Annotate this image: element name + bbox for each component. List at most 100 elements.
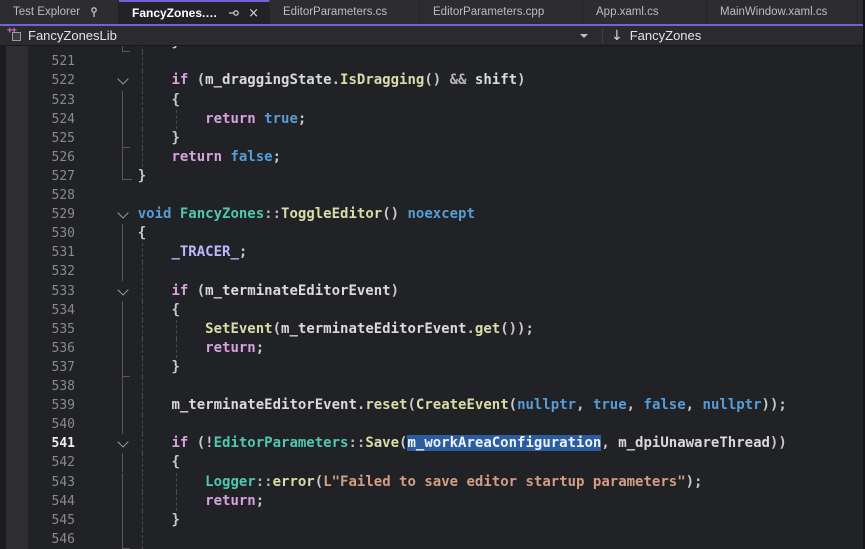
code-line[interactable]: 541 if (!EditorParameters::Save(m_workAr… (0, 434, 863, 453)
tab-label: Test Explorer (13, 6, 80, 18)
line-number: 544 (28, 492, 75, 511)
cpp-project-icon: ++ (7, 29, 21, 42)
navigation-bar: ++ FancyZonesLib ↓ FancyZones (0, 26, 863, 46)
tab-label: EditorParameters.cpp (433, 6, 544, 18)
line-number: 538 (28, 377, 75, 396)
project-dropdown[interactable]: ++ FancyZonesLib (0, 28, 117, 43)
code-line[interactable]: 521 (0, 52, 863, 71)
code-line[interactable]: 530 { (0, 224, 863, 243)
line-number: 539 (28, 396, 75, 415)
document-tabbar: Test Explorer FancyZones.cpp × EditorParame… (0, 0, 863, 24)
code-line[interactable]: 543 Logger::error(L"Failed to save edito… (0, 473, 863, 492)
code-line[interactable]: 531 _TRACER_; (0, 243, 863, 262)
tab-editorparameters-cs[interactable]: EditorParameters.cs (270, 0, 420, 24)
outline-guide (116, 262, 134, 281)
indent-guide (142, 530, 143, 549)
code-line[interactable]: 533 if (m_terminateEditorEvent) (0, 282, 863, 301)
line-number: 535 (28, 320, 75, 339)
chevron-down-icon[interactable] (580, 34, 588, 38)
pin-icon[interactable] (228, 7, 240, 19)
line-number: 532 (28, 262, 75, 281)
code-text: Logger::error(L"Failed to save editor st… (104, 473, 702, 492)
code-line[interactable]: 538 (0, 377, 863, 396)
line-number: 542 (28, 453, 75, 472)
code-text: _TRACER_; (104, 243, 247, 262)
line-number: 527 (28, 167, 75, 186)
tab-app-xaml-cs[interactable]: App.xaml.cs (583, 0, 707, 24)
code-text: } (104, 167, 146, 186)
selected-text: m_workAreaConfiguration (407, 435, 601, 451)
line-number: 528 (28, 186, 75, 205)
down-arrow-icon: ↓ (611, 28, 623, 44)
outline-guide (116, 530, 134, 549)
code-text: if (m_terminateEditorEvent) (104, 282, 399, 301)
code-line[interactable]: 544 return; (0, 492, 863, 511)
code-line[interactable]: 540 (0, 415, 863, 434)
code-text: return true; (104, 110, 306, 129)
tab-label: App.xaml.cs (596, 6, 659, 18)
code-text: } (104, 511, 180, 530)
ide-window: Test Explorer FancyZones.cpp × EditorParame… (0, 0, 865, 549)
code-line[interactable]: 545 } (0, 511, 863, 530)
tab-editorparameters-cpp[interactable]: EditorParameters.cpp (420, 0, 583, 24)
line-number: 534 (28, 301, 75, 320)
line-number: 543 (28, 473, 75, 492)
line-number: 530 (28, 224, 75, 243)
code-text: m_terminateEditorEvent.reset(CreateEvent… (104, 396, 787, 415)
code-line[interactable]: 537 } (0, 358, 863, 377)
line-number: 540 (28, 415, 75, 434)
tab-label: FancyZones.cpp (132, 6, 220, 20)
line-number: 529 (28, 205, 75, 224)
tab-fancyzones-cpp[interactable]: FancyZones.cpp × (119, 0, 270, 24)
code-line[interactable]: 542 { (0, 453, 863, 472)
code-text: } (104, 358, 180, 377)
code-line[interactable]: 528 (0, 186, 863, 205)
indent-guide (142, 262, 143, 281)
code-text: { (104, 224, 146, 243)
code-line[interactable]: 535 SetEvent(m_terminateEditorEvent.get(… (0, 320, 863, 339)
code-text: void FancyZones::ToggleEditor() noexcept (104, 205, 475, 224)
code-text: if (m_draggingState.IsDragging() && shif… (104, 71, 526, 90)
tab-label: EditorParameters.cs (283, 6, 387, 18)
code-line[interactable]: 527 } (0, 167, 863, 186)
code-line[interactable]: 546 (0, 530, 863, 549)
scope-dropdown[interactable]: FancyZones (630, 28, 702, 43)
line-number: 525 (28, 129, 75, 148)
line-number: 536 (28, 339, 75, 358)
pin-icon[interactable] (88, 6, 100, 18)
indent-guide (142, 52, 143, 71)
line-number: 526 (28, 148, 75, 167)
line-number: 545 (28, 511, 75, 530)
line-number: 537 (28, 358, 75, 377)
code-text: return; (104, 492, 264, 511)
code-text: } (104, 129, 180, 148)
line-number: 541 (28, 434, 75, 453)
line-number: 524 (28, 110, 75, 129)
tab-mainwindow-xaml-cs[interactable]: MainWindow.xaml.cs (707, 0, 858, 24)
line-number: 523 (28, 91, 75, 110)
close-icon[interactable]: × (248, 7, 259, 20)
code-line[interactable]: 529 void FancyZones::ToggleEditor() noex… (0, 205, 863, 224)
code-text: return false; (104, 148, 281, 167)
code-line[interactable]: 525 } (0, 129, 863, 148)
code-line[interactable]: 524 return true; (0, 110, 863, 129)
code-text: { (104, 453, 180, 472)
code-editor[interactable]: 520 }521522 if (m_draggingState.IsDraggi… (0, 46, 863, 549)
line-number: 533 (28, 282, 75, 301)
code-text: { (104, 301, 180, 320)
code-line[interactable]: 532 (0, 262, 863, 281)
outline-guide (116, 415, 134, 434)
indent-guide (142, 415, 143, 434)
line-number: 521 (28, 52, 75, 71)
code-line[interactable]: 536 return; (0, 339, 863, 358)
code-line[interactable]: 539 m_terminateEditorEvent.reset(CreateE… (0, 396, 863, 415)
code-text: if (!EditorParameters::Save(m_workAreaCo… (104, 434, 787, 453)
code-line[interactable]: 534 { (0, 301, 863, 320)
code-line[interactable]: 523 { (0, 91, 863, 110)
line-number: 531 (28, 243, 75, 262)
code-line[interactable]: 522 if (m_draggingState.IsDragging() && … (0, 71, 863, 90)
code-line[interactable]: 526 return false; (0, 148, 863, 167)
code-text: { (104, 91, 180, 110)
tab-test-explorer[interactable]: Test Explorer (0, 0, 119, 24)
code-text: SetEvent(m_terminateEditorEvent.get()); (104, 320, 534, 339)
